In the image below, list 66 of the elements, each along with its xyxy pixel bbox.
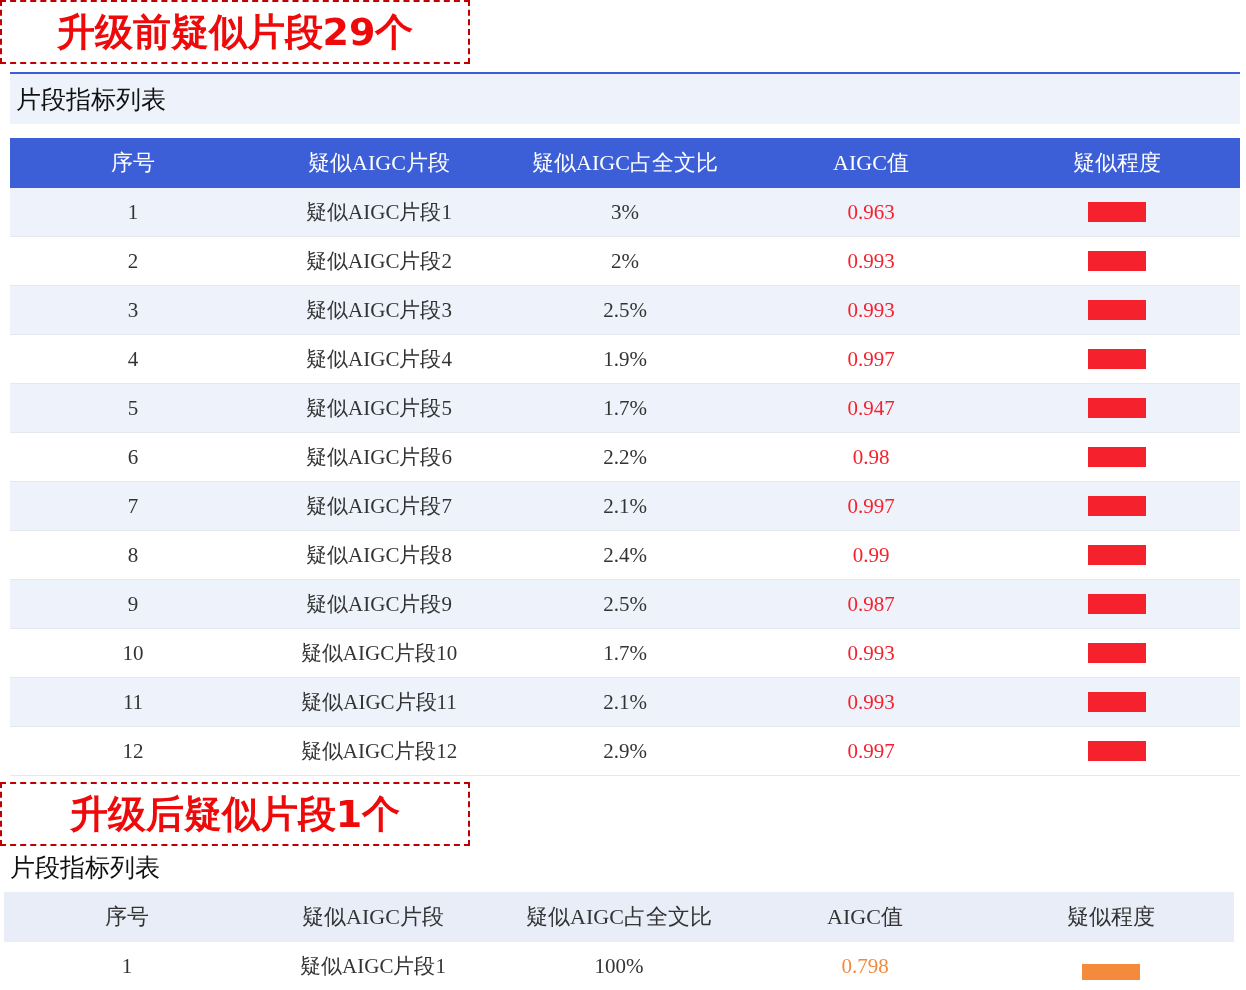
aigc-value: 0.947: [847, 395, 895, 421]
table-cell-text: 疑似AIGC片段10: [300, 640, 458, 667]
table-cell: 2.5%: [603, 591, 647, 617]
table-cell: 6: [127, 444, 139, 470]
aigc-value: 0.997: [847, 738, 895, 764]
list-title: 片段指标列表: [16, 83, 166, 116]
table-cell: 1.7%: [603, 640, 647, 666]
table-cell: 7: [127, 493, 139, 519]
aigc-value: 0.993: [847, 689, 895, 715]
list-title: 片段指标列表: [10, 851, 160, 884]
aigc-value: 0.798: [841, 953, 889, 979]
banner-title: 升级前疑似片段29个: [56, 8, 414, 56]
table-cell: 10: [122, 640, 144, 666]
table-cell: 1.9%: [603, 346, 647, 372]
aigc-value: 0.963: [847, 199, 895, 225]
table-cell-text: 疑似AIGC片段1: [300, 953, 446, 980]
table-cell: 1: [127, 199, 139, 225]
table-cell-text: 疑似AIGC片段9: [306, 591, 452, 618]
table-cell: 3: [127, 297, 139, 323]
column-header: 疑似程度: [1073, 149, 1161, 177]
aigc-value: 0.99: [852, 542, 890, 568]
aigc-value: 0.993: [847, 248, 895, 274]
column-header: 疑似AIGC片段: [302, 903, 444, 931]
table-cell-text: 疑似AIGC片段1: [306, 199, 452, 226]
table-cell: 5: [127, 395, 139, 421]
aigc-value: 0.98: [852, 444, 890, 470]
table-cell-text: 疑似AIGC片段12: [300, 738, 458, 765]
column-header: AIGC值: [833, 149, 909, 177]
table-cell-text: 疑似AIGC片段4: [306, 346, 452, 373]
column-header: 疑似AIGC片段: [308, 149, 450, 177]
table-cell: 2%: [611, 248, 639, 274]
table-cell: 3%: [611, 199, 639, 225]
aigc-value: 0.987: [847, 591, 895, 617]
table-cell: 2.1%: [603, 493, 647, 519]
table-cell-text: 疑似AIGC片段8: [306, 542, 452, 569]
table-cell-text: 疑似AIGC片段6: [306, 444, 452, 471]
column-header: 序号: [105, 903, 149, 931]
column-header: 疑似AIGC占全文比: [532, 149, 718, 177]
table-cell: 2.9%: [603, 738, 647, 764]
table-cell-text: 疑似AIGC片段3: [306, 297, 452, 324]
table-cell: 2.2%: [603, 444, 647, 470]
aigc-value: 0.993: [847, 640, 895, 666]
column-header: AIGC值: [827, 903, 903, 931]
table-cell: 12: [122, 738, 144, 764]
column-header: 疑似AIGC占全文比: [526, 903, 712, 931]
table-cell-text: 疑似AIGC片段2: [306, 248, 452, 275]
table-cell: 2: [127, 248, 139, 274]
aigc-value: 0.997: [847, 493, 895, 519]
table-cell: 4: [127, 346, 139, 372]
aigc-value: 0.993: [847, 297, 895, 323]
table-cell-text: 疑似AIGC片段7: [306, 493, 452, 520]
table-cell: 11: [122, 689, 144, 715]
banner-title: 升级后疑似片段1个: [69, 790, 401, 838]
table-cell-text: 疑似AIGC片段11: [301, 689, 457, 716]
table-cell: 2.5%: [603, 297, 647, 323]
table-cell: 9: [127, 591, 139, 617]
table-cell: 2.4%: [603, 542, 647, 568]
column-header: 序号: [111, 149, 155, 177]
table-cell: 1: [121, 953, 133, 979]
table-cell: 2.1%: [603, 689, 647, 715]
table-cell: 8: [127, 542, 139, 568]
aigc-value: 0.997: [847, 346, 895, 372]
column-header: 疑似程度: [1067, 903, 1155, 931]
table-cell-text: 疑似AIGC片段5: [306, 395, 452, 422]
table-cell: 1.7%: [603, 395, 647, 421]
table-cell: 100%: [594, 953, 644, 979]
